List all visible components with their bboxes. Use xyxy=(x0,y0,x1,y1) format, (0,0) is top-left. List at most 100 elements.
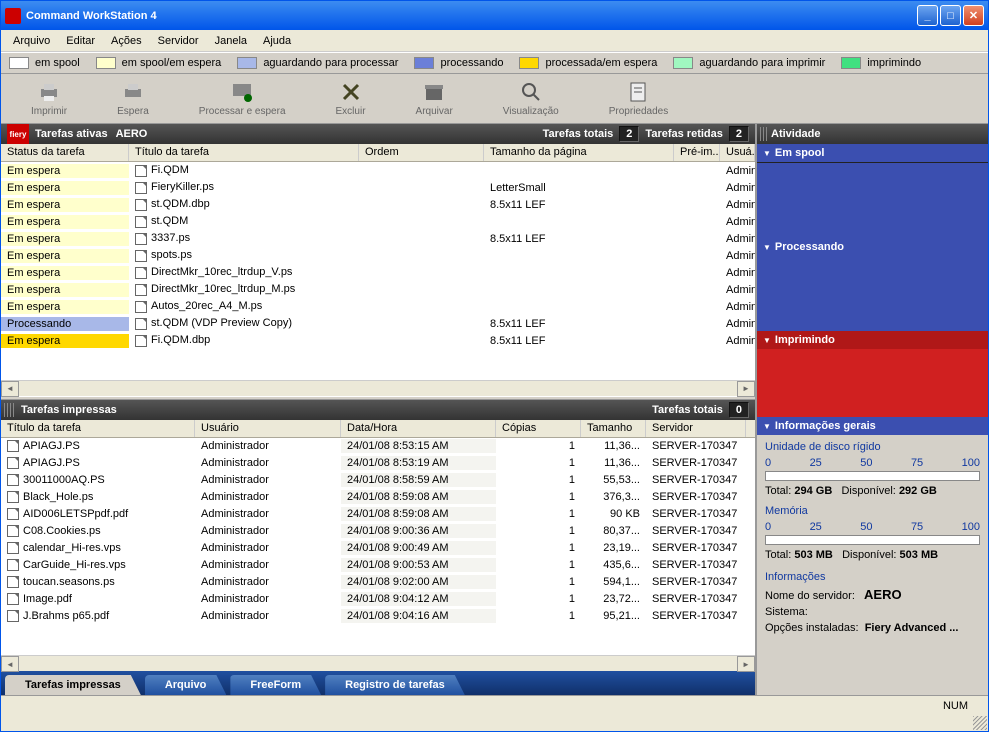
properties-button[interactable]: Propriedades xyxy=(609,80,668,117)
table-row[interactable]: Processandost.QDM (VDP Preview Copy)8.5x… xyxy=(1,315,755,332)
tick-label: 75 xyxy=(911,521,923,533)
section-printing[interactable]: Imprimindo xyxy=(757,331,988,349)
legend-label: em spool/em espera xyxy=(122,57,222,69)
printed-grid-body[interactable]: APIAGJ.PSAdministrador24/01/08 8:53:15 A… xyxy=(1,438,755,656)
col-preview[interactable]: Pré-im... xyxy=(674,144,720,161)
hold-button[interactable]: Espera xyxy=(117,80,149,117)
archive-button[interactable]: Arquivar xyxy=(416,80,453,117)
processing-body xyxy=(757,256,988,331)
resize-grip[interactable] xyxy=(973,716,987,730)
pcol-date[interactable]: Data/Hora xyxy=(341,420,496,437)
table-row[interactable]: Black_Hole.psAdministrador24/01/08 8:59:… xyxy=(1,489,755,506)
tab-freeform[interactable]: FreeForm xyxy=(230,675,321,695)
table-row[interactable]: toucan.seasons.psAdministrador24/01/08 9… xyxy=(1,574,755,591)
mem-ruler xyxy=(765,535,980,545)
menu-ajuda[interactable]: Ajuda xyxy=(255,32,299,50)
maximize-button[interactable]: □ xyxy=(940,5,961,26)
col-title[interactable]: Título da tarefa xyxy=(129,144,359,161)
active-grid-header: Status da tarefa Título da tarefa Ordem … xyxy=(1,144,755,162)
document-icon xyxy=(7,542,19,554)
table-row[interactable]: J.Brahms p65.pdfAdministrador24/01/08 9:… xyxy=(1,608,755,625)
col-pagesize[interactable]: Tamanho da página xyxy=(484,144,674,161)
close-button[interactable]: ✕ xyxy=(963,5,984,26)
section-processing[interactable]: Processando xyxy=(757,238,988,256)
totals-label: Tarefas totais xyxy=(543,128,614,140)
table-row[interactable]: 30011000AQ.PSAdministrador24/01/08 8:58:… xyxy=(1,472,755,489)
tab-tarefas-impressas[interactable]: Tarefas impressas xyxy=(5,675,141,695)
document-icon xyxy=(7,559,19,571)
table-row[interactable]: Em esperaDirectMkr_10rec_ltrdup_M.psAdmi… xyxy=(1,281,755,298)
menu-arquivo[interactable]: Arquivo xyxy=(5,32,58,50)
print-button[interactable]: Imprimir xyxy=(31,80,67,117)
legend-swatch xyxy=(9,57,29,69)
pcol-size[interactable]: Tamanho xyxy=(581,420,646,437)
printed-title: Tarefas impressas xyxy=(21,404,117,416)
pcol-user[interactable]: Usuário xyxy=(195,420,341,437)
legend-label: aguardando para imprimir xyxy=(699,57,825,69)
col-status[interactable]: Status da tarefa xyxy=(1,144,129,161)
delete-button[interactable]: Excluir xyxy=(336,80,366,117)
tick-label: 50 xyxy=(860,521,872,533)
disk-label: Unidade de disco rígido xyxy=(765,441,980,453)
toolbar: Imprimir Espera Processar e espera Excluir A… xyxy=(1,74,988,124)
document-icon xyxy=(7,440,19,452)
section-spool[interactable]: Em spool xyxy=(757,144,988,163)
document-icon xyxy=(135,165,147,177)
table-row[interactable]: Em esperaFi.QDM.dbp8.5x11 LEFAdmin xyxy=(1,332,755,349)
bottom-tabs: Tarefas impressasArquivoFreeFormRegistro… xyxy=(1,671,755,695)
menu-janela[interactable]: Janela xyxy=(207,32,255,50)
pcol-copies[interactable]: Cópias xyxy=(496,420,581,437)
legend-bar: em spoolem spool/em esperaaguardando par… xyxy=(1,52,988,74)
menu-editar[interactable]: Editar xyxy=(58,32,103,50)
tick-label: 25 xyxy=(810,521,822,533)
minimize-button[interactable]: _ xyxy=(917,5,938,26)
col-user[interactable]: Usuá... xyxy=(720,144,755,161)
menu-ações[interactable]: Ações xyxy=(103,32,150,50)
active-grid-body[interactable]: Em esperaFi.QDMAdminEm esperaFieryKiller… xyxy=(1,162,755,380)
table-row[interactable]: Em esperaDirectMkr_10rec_ltrdup_V.psAdmi… xyxy=(1,264,755,281)
document-icon xyxy=(135,250,147,262)
table-row[interactable]: calendar_Hi-res.vpsAdministrador24/01/08… xyxy=(1,540,755,557)
table-row[interactable]: AID006LETSPpdf.pdfAdministrador24/01/08 … xyxy=(1,506,755,523)
active-hscroll[interactable] xyxy=(1,380,755,396)
tab-registro-de-tarefas[interactable]: Registro de tarefas xyxy=(325,675,465,695)
tick-label: 75 xyxy=(911,457,923,469)
table-row[interactable]: C08.Cookies.psAdministrador24/01/08 9:00… xyxy=(1,523,755,540)
table-row[interactable]: Em espera3337.ps8.5x11 LEFAdmin xyxy=(1,230,755,247)
table-row[interactable]: Image.pdfAdministrador24/01/08 9:04:12 A… xyxy=(1,591,755,608)
spool-body xyxy=(757,163,988,238)
table-row[interactable]: APIAGJ.PSAdministrador24/01/08 8:53:15 A… xyxy=(1,438,755,455)
pcol-server[interactable]: Servidor xyxy=(646,420,746,437)
table-row[interactable]: Em esperaFieryKiller.psLetterSmallAdmin xyxy=(1,179,755,196)
pcol-title[interactable]: Título da tarefa xyxy=(1,420,195,437)
tick-label: 0 xyxy=(765,457,771,469)
info-panel: Unidade de disco rígido 0255075100 Total… xyxy=(757,435,988,644)
document-icon xyxy=(135,233,147,245)
document-icon xyxy=(7,576,19,588)
legend-swatch xyxy=(96,57,116,69)
section-info[interactable]: Informações gerais xyxy=(757,417,988,435)
document-icon xyxy=(135,267,147,279)
table-row[interactable]: Em esperast.QDM.dbp8.5x11 LEFAdmin xyxy=(1,196,755,213)
table-row[interactable]: Em esperaFi.QDMAdmin xyxy=(1,162,755,179)
table-row[interactable]: CarGuide_Hi-res.vpsAdministrador24/01/08… xyxy=(1,557,755,574)
printed-grid-header: Título da tarefa Usuário Data/Hora Cópia… xyxy=(1,420,755,438)
document-icon xyxy=(7,593,19,605)
legend-label: aguardando para processar xyxy=(263,57,398,69)
printed-hscroll[interactable] xyxy=(1,655,755,671)
document-icon xyxy=(135,216,147,228)
process-hold-button[interactable]: Processar e espera xyxy=(199,80,286,117)
table-row[interactable]: Em esperast.QDMAdmin xyxy=(1,213,755,230)
app-icon xyxy=(5,8,21,24)
col-order[interactable]: Ordem xyxy=(359,144,484,161)
tab-arquivo[interactable]: Arquivo xyxy=(145,675,227,695)
held-count: 2 xyxy=(729,126,749,142)
menu-servidor[interactable]: Servidor xyxy=(150,32,207,50)
table-row[interactable]: APIAGJ.PSAdministrador24/01/08 8:53:19 A… xyxy=(1,455,755,472)
legend-label: imprimindo xyxy=(867,57,921,69)
table-row[interactable]: Em esperaspots.psAdmin xyxy=(1,247,755,264)
tick-label: 50 xyxy=(860,457,872,469)
table-row[interactable]: Em esperaAutos_20rec_A4_M.psAdmin xyxy=(1,298,755,315)
preview-button[interactable]: Visualização xyxy=(503,80,559,117)
status-bar: NUM xyxy=(1,695,988,715)
